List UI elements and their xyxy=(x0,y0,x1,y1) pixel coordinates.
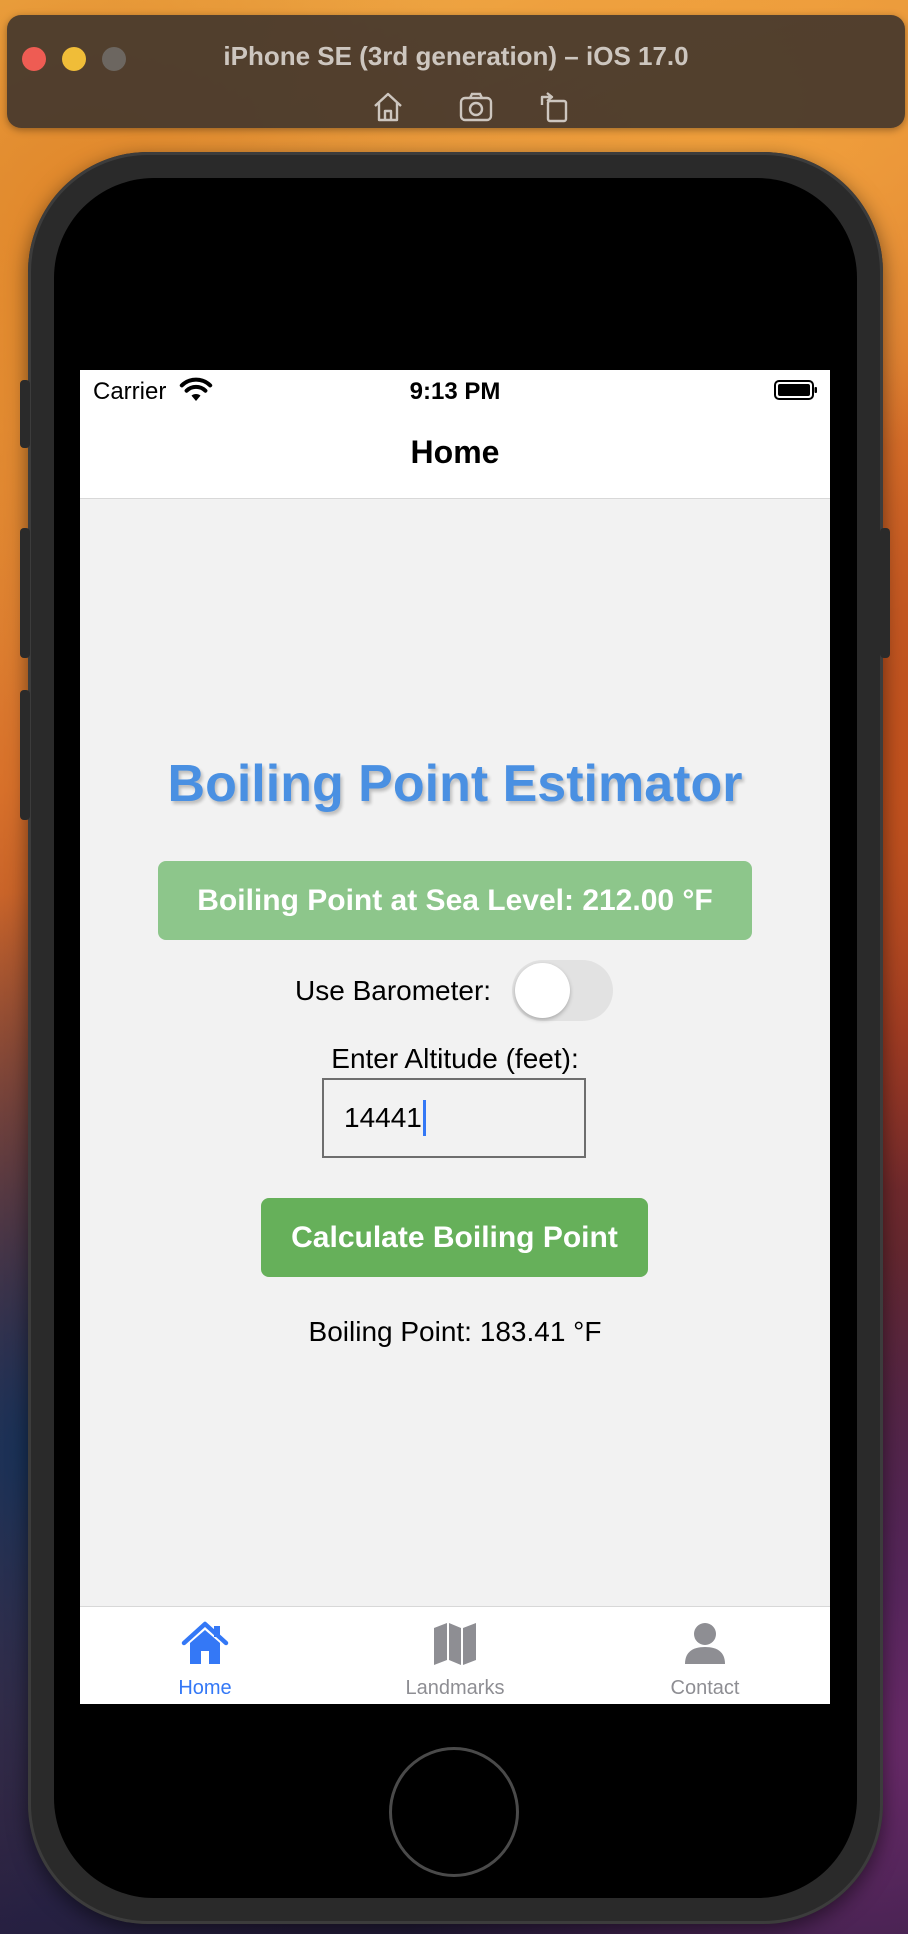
tab-contact[interactable]: Contact xyxy=(580,1607,830,1704)
rotate-icon[interactable] xyxy=(536,89,572,125)
sea-level-boiling-point: Boiling Point at Sea Level: 212.00 °F xyxy=(158,861,752,940)
altitude-label: Enter Altitude (feet): xyxy=(331,1043,579,1074)
mute-switch xyxy=(20,380,30,448)
boiling-point-result: Boiling Point: 183.41 °F xyxy=(308,1316,602,1347)
toggle-knob xyxy=(515,963,570,1018)
volume-down-button xyxy=(20,690,30,820)
status-bar: Carrier 9:13 PM xyxy=(80,370,830,410)
screenshot-icon[interactable] xyxy=(458,89,494,125)
app-title: Boiling Point Estimator xyxy=(167,755,743,813)
power-button xyxy=(880,528,890,658)
battery-icon xyxy=(774,379,818,400)
text-cursor xyxy=(422,1099,426,1136)
tab-bar: Home Landmarks Contact xyxy=(80,1606,830,1704)
tab-home[interactable]: Home xyxy=(80,1607,330,1704)
device-home-button[interactable] xyxy=(389,1747,519,1877)
barometer-label: Use Barometer: xyxy=(295,975,492,1006)
calculate-button[interactable]: Calculate Boiling Point xyxy=(261,1198,648,1277)
volume-up-button xyxy=(20,528,30,658)
barometer-toggle[interactable] xyxy=(512,960,613,1021)
map-icon xyxy=(430,1619,480,1669)
simulator-title: iPhone SE (3rd generation) – iOS 17.0 xyxy=(223,41,689,71)
house-icon xyxy=(180,1619,230,1669)
altitude-input[interactable]: 14441 xyxy=(322,1078,586,1158)
status-time: 9:13 PM xyxy=(409,378,501,405)
app-screen: Carrier 9:13 PM Home Boiling Point Estim… xyxy=(80,370,830,1704)
tab-landmarks[interactable]: Landmarks xyxy=(330,1607,580,1704)
simulator-title-bar: iPhone SE (3rd generation) – iOS 17.0 xyxy=(7,15,905,128)
home-icon[interactable] xyxy=(370,89,406,125)
tab-home-label: Home xyxy=(178,1677,232,1699)
tab-landmarks-label: Landmarks xyxy=(405,1677,505,1699)
altitude-value: 14441 xyxy=(344,1102,422,1133)
tab-contact-label: Contact xyxy=(670,1677,740,1699)
person-icon xyxy=(680,1619,730,1669)
navigation-bar: Home xyxy=(80,410,830,499)
nav-title: Home xyxy=(410,434,500,470)
